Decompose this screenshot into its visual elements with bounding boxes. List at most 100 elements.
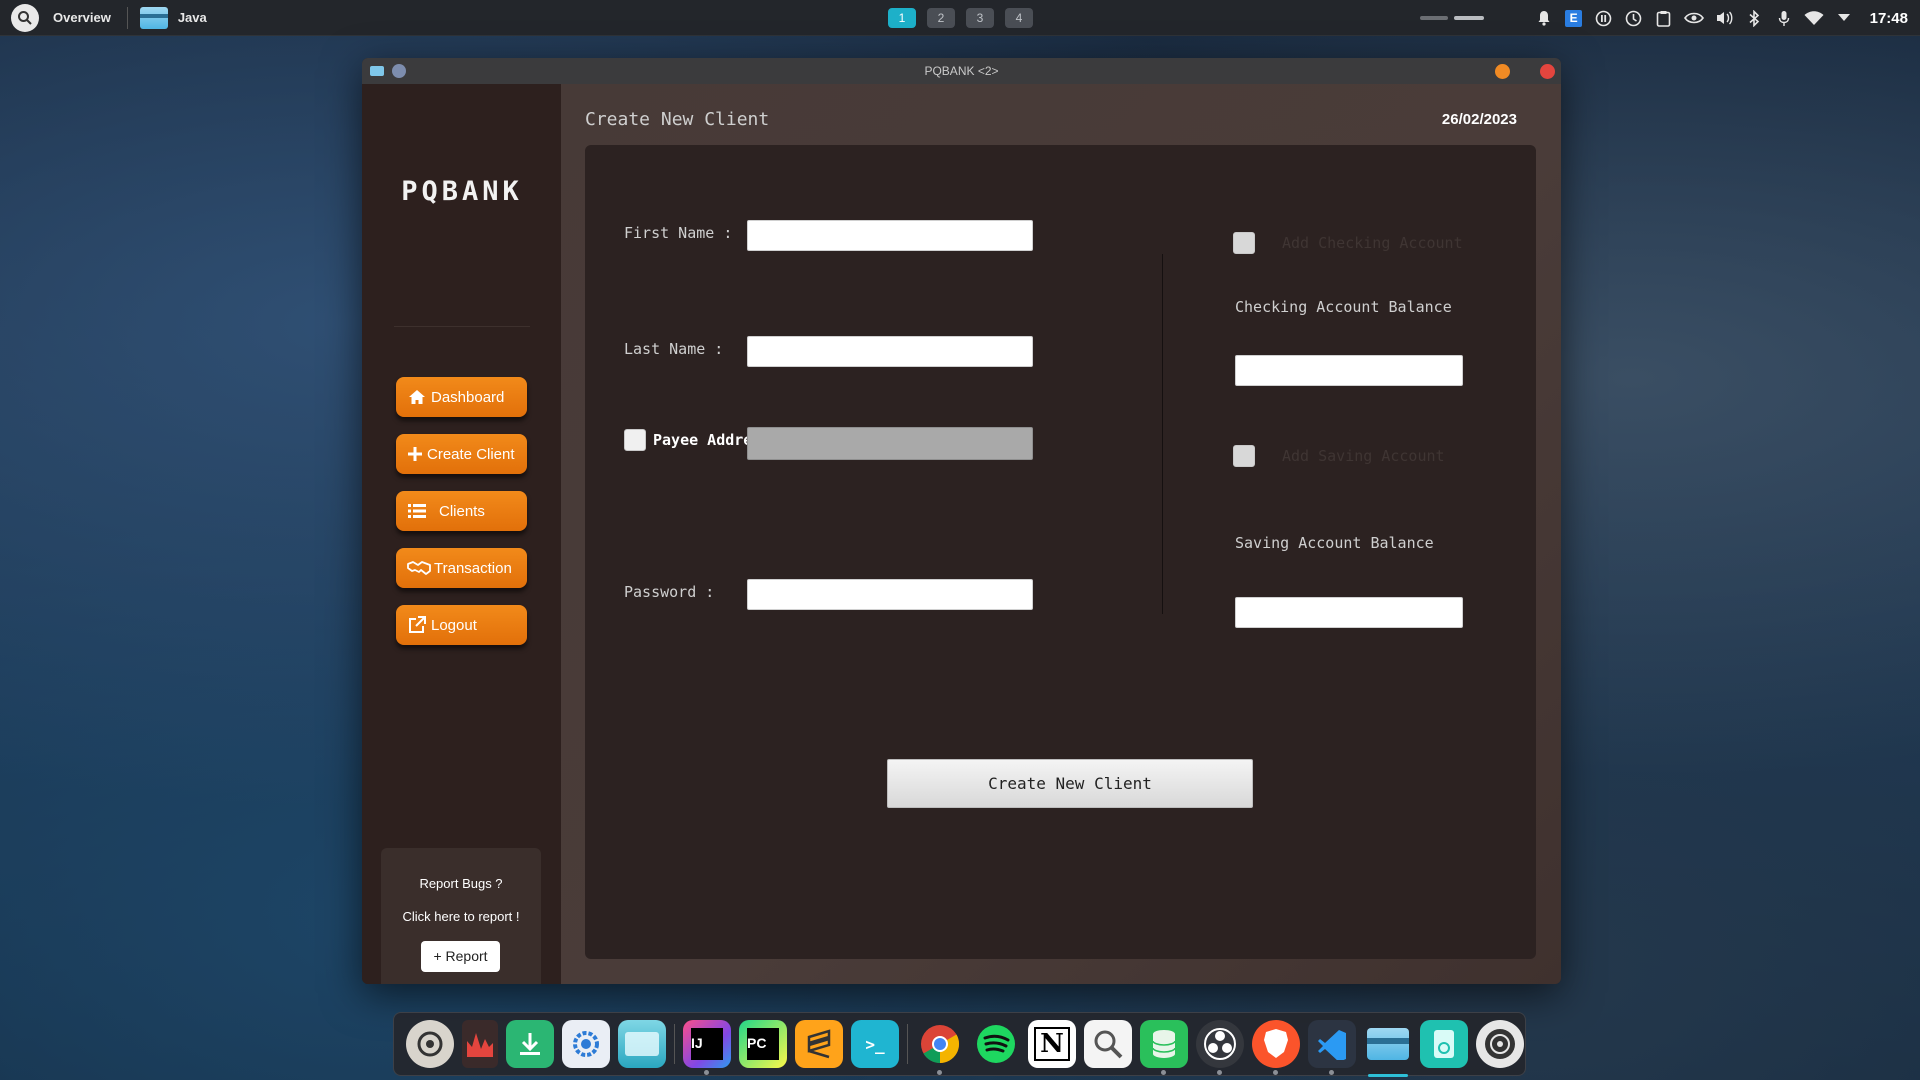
dock-separator — [674, 1024, 675, 1064]
checking-balance-input[interactable] — [1235, 355, 1463, 386]
microphone-icon[interactable] — [1774, 8, 1794, 28]
java-app-icon[interactable] — [1364, 1020, 1412, 1077]
sidebar: PQBANK Dashboard Create Client Clients T — [362, 84, 561, 984]
database-icon[interactable] — [1140, 1020, 1188, 1075]
nav-create-client-button[interactable]: Create Client — [396, 434, 527, 474]
handshake-icon — [407, 558, 431, 578]
nav-logout-button[interactable]: Logout — [396, 605, 527, 645]
nvidia-icon[interactable] — [1683, 8, 1704, 28]
close-button[interactable] — [1540, 64, 1555, 79]
chrome-icon[interactable] — [916, 1020, 964, 1075]
page-title: Create New Client — [585, 109, 770, 130]
nav-transaction-button[interactable]: Transaction — [396, 548, 527, 588]
first-name-input[interactable] — [747, 220, 1033, 251]
search-app-icon[interactable] — [1084, 1020, 1132, 1068]
volume-icon[interactable] — [1714, 8, 1734, 28]
add-checking-account-label: Add Checking Account — [1282, 234, 1463, 252]
first-name-label: First Name : — [624, 224, 733, 242]
saving-balance-input[interactable] — [1235, 597, 1463, 628]
top-panel: Overview Java 1 2 3 4 E 17:48 — [0, 0, 1920, 36]
report-question: Report Bugs ? — [419, 876, 503, 891]
saving-balance-label: Saving Account Balance — [1235, 534, 1434, 552]
last-name-input[interactable] — [747, 336, 1033, 367]
external-link-icon — [407, 615, 427, 635]
minimize-button[interactable] — [1495, 64, 1510, 79]
payee-address-input[interactable] — [747, 427, 1033, 460]
running-indicator — [1273, 1070, 1278, 1075]
last-name-label: Last Name : — [624, 340, 724, 358]
window-app-icon — [370, 66, 384, 76]
system-tray: E 17:48 — [1419, 0, 1908, 36]
workspace-4[interactable]: 4 — [1005, 8, 1033, 28]
workspace-2[interactable]: 2 — [927, 8, 955, 28]
nav-dashboard-label: Dashboard — [431, 388, 505, 406]
brave-icon[interactable] — [1252, 1020, 1300, 1075]
overview-button[interactable]: Overview — [53, 10, 111, 25]
nav-clients-label: Clients — [439, 502, 485, 520]
window-menu-icon[interactable] — [392, 64, 406, 78]
bluetooth-icon[interactable] — [1744, 8, 1764, 28]
plus-icon — [405, 444, 425, 464]
dock: IJ PC >_ N — [393, 1012, 1526, 1077]
pqbank-window: PQBANK <2> PQBANK Dashboard Create Clien… — [362, 58, 1561, 984]
workspace-3[interactable]: 3 — [966, 8, 994, 28]
report-bugs-card: Report Bugs ? Click here to report ! + R… — [381, 848, 541, 984]
intellij-icon[interactable]: IJ — [683, 1020, 731, 1075]
active-app-name[interactable]: Java — [178, 10, 207, 25]
timer-icon[interactable] — [1624, 8, 1644, 28]
running-indicator — [1217, 1070, 1222, 1075]
sublime-icon[interactable] — [795, 1020, 843, 1068]
logo-divider — [394, 326, 530, 327]
titlebar-left-controls — [370, 64, 406, 78]
titlebar-right-controls — [1495, 64, 1555, 79]
password-input[interactable] — [747, 579, 1033, 610]
add-checking-account-checkbox[interactable] — [1233, 232, 1255, 254]
report-button[interactable]: + Report — [421, 941, 500, 972]
window-titlebar[interactable]: PQBANK <2> — [362, 58, 1561, 84]
nav-clients-button[interactable]: Clients — [396, 491, 527, 531]
report-cta[interactable]: Click here to report ! — [381, 909, 541, 924]
downloader-icon[interactable] — [506, 1020, 554, 1068]
nav-transaction-label: Transaction — [434, 559, 512, 577]
add-saving-account-checkbox[interactable] — [1233, 445, 1255, 467]
running-indicator — [1329, 1070, 1334, 1075]
e-badge-icon[interactable]: E — [1564, 8, 1584, 28]
app-logo: PQBANK — [401, 176, 523, 207]
create-new-client-button[interactable]: Create New Client — [887, 759, 1253, 808]
home-icon — [407, 387, 427, 407]
pause-icon[interactable] — [1594, 8, 1614, 28]
form-column-divider — [1162, 254, 1163, 614]
vscode-icon[interactable] — [1308, 1020, 1356, 1075]
add-saving-account-label: Add Saving Account — [1282, 447, 1445, 465]
pycharm-icon[interactable]: PC — [739, 1020, 787, 1068]
disk-icon[interactable] — [1476, 1020, 1524, 1068]
spotify-icon[interactable] — [972, 1020, 1020, 1068]
current-date: 26/02/2023 — [1441, 111, 1517, 128]
system-monitor-icon[interactable] — [462, 1020, 498, 1068]
wifi-icon[interactable] — [1804, 8, 1824, 28]
clipboard-icon[interactable] — [1654, 8, 1674, 28]
topbar-separator — [126, 6, 128, 29]
settings-icon[interactable] — [562, 1020, 610, 1068]
workspace-switcher: 1 2 3 4 — [888, 8, 1033, 28]
search-icon[interactable] — [11, 3, 39, 32]
usb-icon[interactable] — [1420, 1020, 1468, 1068]
running-indicator — [704, 1070, 709, 1075]
running-indicator — [1161, 1070, 1166, 1075]
payee-address-checkbox[interactable] — [624, 429, 646, 451]
active-app-indicator — [1368, 1074, 1408, 1077]
workspace-1[interactable]: 1 — [888, 8, 916, 28]
terminal-icon[interactable]: >_ — [851, 1020, 899, 1068]
checking-balance-label: Checking Account Balance — [1235, 298, 1452, 316]
dropdown-arrow-icon[interactable] — [1834, 8, 1854, 28]
dock-separator-2 — [907, 1024, 908, 1064]
clock[interactable]: 17:48 — [1870, 10, 1908, 27]
nav-dashboard-button[interactable]: Dashboard — [396, 377, 527, 417]
obs-icon[interactable] — [1196, 1020, 1244, 1075]
java-app-icon — [139, 6, 168, 29]
notion-icon[interactable]: N — [1028, 1020, 1076, 1068]
files-icon[interactable] — [618, 1020, 666, 1068]
list-icon — [407, 501, 427, 521]
bell-icon[interactable] — [1534, 8, 1554, 28]
ubuntu-settings-icon[interactable] — [406, 1020, 454, 1068]
